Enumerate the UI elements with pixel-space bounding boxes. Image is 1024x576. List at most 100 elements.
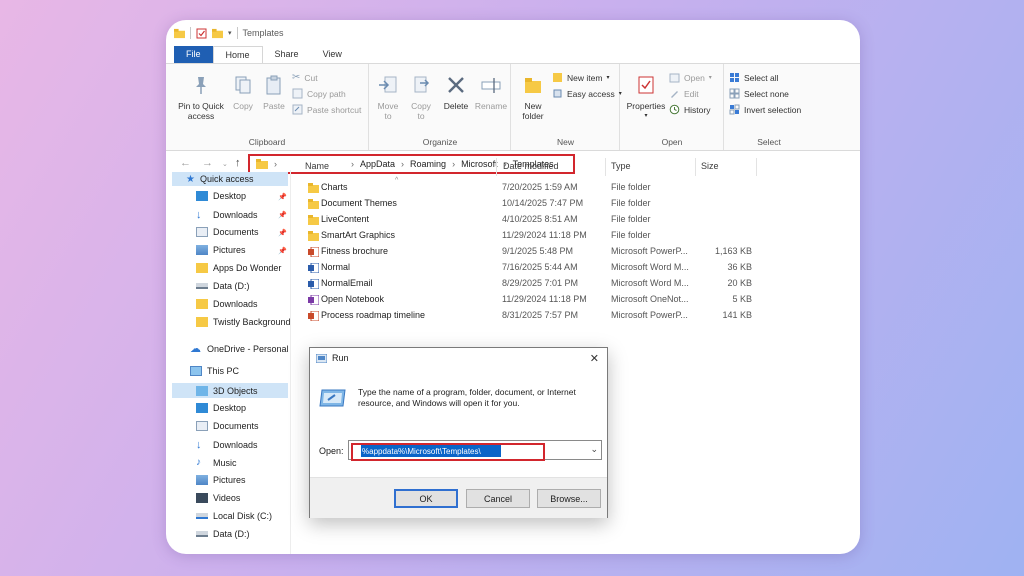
column-divider[interactable]	[496, 158, 497, 176]
sidebar-item-videos[interactable]: Videos	[196, 493, 240, 503]
sidebar-item-onedrive[interactable]: ☁ OneDrive - Personal	[190, 342, 289, 355]
file-row[interactable]: SmartArt Graphics 11/29/2024 11:18 PM File…	[304, 229, 860, 244]
breadcrumb-separator: ›	[274, 159, 277, 169]
sidebar-item-pc-documents[interactable]: Documents	[196, 421, 259, 431]
sidebar-item-pc-pictures[interactable]: Pictures	[196, 475, 246, 485]
sidebar-item-pictures[interactable]: Pictures	[196, 245, 246, 255]
pin-icon: 📌	[278, 230, 287, 237]
sidebar-label: Pictures	[213, 245, 246, 255]
quick-access-dropdown-icon[interactable]: ▾	[228, 29, 232, 37]
open-button[interactable]: Open ▾	[669, 72, 712, 83]
recent-chevron-icon[interactable]: ⌄	[222, 160, 228, 168]
file-row[interactable]: Charts 7/20/2025 1:59 AM File folder	[304, 181, 860, 196]
sidebar-item-data-d[interactable]: Data (D:)	[196, 281, 250, 291]
divider	[236, 27, 238, 39]
paste-button[interactable]: Paste	[259, 74, 289, 111]
breadcrumb-roaming[interactable]: Roaming	[410, 159, 446, 169]
column-header-type[interactable]: Type	[611, 161, 631, 175]
sidebar-item-3d-objects[interactable]: 3D Objects	[172, 383, 288, 398]
breadcrumb-appdata[interactable]: AppData	[360, 159, 395, 169]
word-file-icon	[308, 279, 319, 289]
properties-check-icon[interactable]	[196, 28, 207, 39]
cancel-button[interactable]: Cancel	[466, 489, 530, 508]
file-row[interactable]: Document Themes 10/14/2025 7:47 PM File fo…	[304, 197, 860, 212]
invert-selection-button[interactable]: Invert selection	[729, 104, 801, 115]
column-header-date[interactable]: Date modified	[503, 161, 559, 175]
history-button[interactable]: History	[669, 104, 710, 115]
easy-access-button[interactable]: Easy access ▾	[552, 88, 622, 99]
chevron-down-icon[interactable]: ⌄	[590, 444, 598, 455]
computer-icon	[190, 366, 202, 376]
organize-group-label: Organize	[422, 137, 458, 147]
sidebar-item-downloads-folder[interactable]: Downloads	[196, 299, 258, 309]
sidebar-item-apps-do-wonder[interactable]: Apps Do Wonder	[196, 263, 281, 273]
title-bar: ▾ Templates	[166, 20, 860, 46]
file-row[interactable]: NormalEmail 8/29/2025 7:01 PM Microsoft Wo…	[304, 277, 860, 292]
sidebar-item-quick-access[interactable]: ★ Quick access	[172, 172, 288, 186]
copy-to-icon	[414, 76, 430, 93]
sidebar-item-pc-desktop[interactable]: Desktop	[196, 403, 246, 413]
file-date: 11/29/2024 11:18 PM	[502, 230, 587, 240]
close-icon[interactable]: ✕	[590, 352, 599, 365]
select-all-button[interactable]: Select all	[729, 72, 779, 83]
browse-button[interactable]: Browse...	[537, 489, 601, 508]
copy-path-button[interactable]: Copy path	[292, 88, 346, 99]
column-divider[interactable]	[605, 158, 606, 176]
tab-view[interactable]: View	[311, 46, 354, 63]
pin-to-quick-access-button[interactable]: Pin to Quick access	[174, 74, 228, 121]
sidebar-item-local-disk-c[interactable]: Local Disk (C:)	[196, 511, 272, 521]
run-open-input[interactable]	[361, 445, 501, 457]
rename-button[interactable]: Rename	[474, 74, 508, 111]
easy-access-icon	[553, 89, 562, 98]
file-row[interactable]: LiveContent 4/10/2025 8:51 AM File folder	[304, 213, 860, 228]
delete-button[interactable]: Delete	[440, 74, 472, 111]
paste-shortcut-button[interactable]: Paste shortcut	[292, 104, 361, 115]
sidebar-item-documents[interactable]: Documents	[196, 227, 259, 237]
file-row[interactable]: Fitness brochure 9/1/2025 5:48 PM Microsof…	[304, 245, 860, 260]
pin-label: Pin to Quick access	[178, 101, 224, 121]
sidebar-item-this-pc[interactable]: This PC	[190, 366, 239, 376]
tab-share[interactable]: Share	[263, 46, 311, 63]
tab-home[interactable]: Home	[212, 46, 263, 63]
sidebar-item-pc-data-d[interactable]: Data (D:)	[196, 529, 250, 539]
new-folder-button[interactable]: New folder	[516, 74, 550, 121]
ok-button[interactable]: OK	[394, 489, 458, 508]
move-to-button[interactable]: Move to	[372, 74, 404, 121]
column-divider[interactable]	[756, 158, 757, 176]
properties-button[interactable]: Properties ▾	[625, 74, 667, 121]
breadcrumb-separator: ›	[452, 159, 456, 169]
file-row[interactable]: Open Notebook 11/29/2024 11:18 PM Microsof…	[304, 293, 860, 308]
copy-to-button[interactable]: Copy to	[405, 74, 437, 121]
new-item-button[interactable]: New item ▾	[552, 72, 609, 83]
edit-button[interactable]: Edit	[669, 88, 699, 99]
file-row[interactable]: Normal 7/16/2025 5:44 AM Microsoft Word M.…	[304, 261, 860, 276]
run-open-combobox[interactable]: ⌄	[348, 440, 602, 461]
forward-arrow-icon[interactable]: →	[202, 157, 213, 169]
file-row[interactable]: Process roadmap timeline 8/31/2025 7:57 P…	[304, 309, 860, 324]
back-arrow-icon[interactable]: ←	[180, 157, 191, 169]
chevron-down-icon: ▾	[606, 75, 610, 81]
tab-file[interactable]: File	[174, 46, 213, 63]
column-divider[interactable]	[695, 158, 696, 176]
up-arrow-icon[interactable]: ↑	[235, 157, 241, 169]
pin-icon: 📌	[278, 248, 287, 255]
sidebar-item-desktop[interactable]: Desktop	[196, 191, 246, 201]
column-header-name[interactable]: Name	[305, 161, 329, 175]
column-header-size[interactable]: Size	[701, 161, 719, 175]
breadcrumb-separator: ›	[351, 159, 354, 169]
navigation-pane: ★ Quick access Desktop 📌 ↓ Downloads 📌 D…	[166, 170, 291, 554]
sidebar-item-twistly-background[interactable]: Twistly Background	[196, 317, 291, 327]
breadcrumb-microsoft[interactable]: Microsoft	[461, 159, 498, 169]
new-folder-icon[interactable]	[212, 28, 223, 39]
delete-x-icon	[448, 77, 464, 93]
cut-button[interactable]: ✂ Cut	[292, 72, 318, 83]
file-size: 36 KB	[727, 262, 752, 272]
sidebar-label: Local Disk (C:)	[213, 511, 273, 521]
file-type: Microsoft OneNot...	[611, 294, 689, 304]
copy-button[interactable]: Copy	[228, 74, 258, 111]
sidebar-item-music[interactable]: ♪ Music	[196, 457, 237, 468]
select-none-button[interactable]: Select none	[729, 88, 789, 99]
sidebar-item-pc-downloads[interactable]: ↓ Downloads	[196, 439, 258, 451]
sidebar-item-downloads[interactable]: ↓ Downloads	[196, 209, 258, 221]
powerpoint-file-icon	[308, 311, 319, 321]
